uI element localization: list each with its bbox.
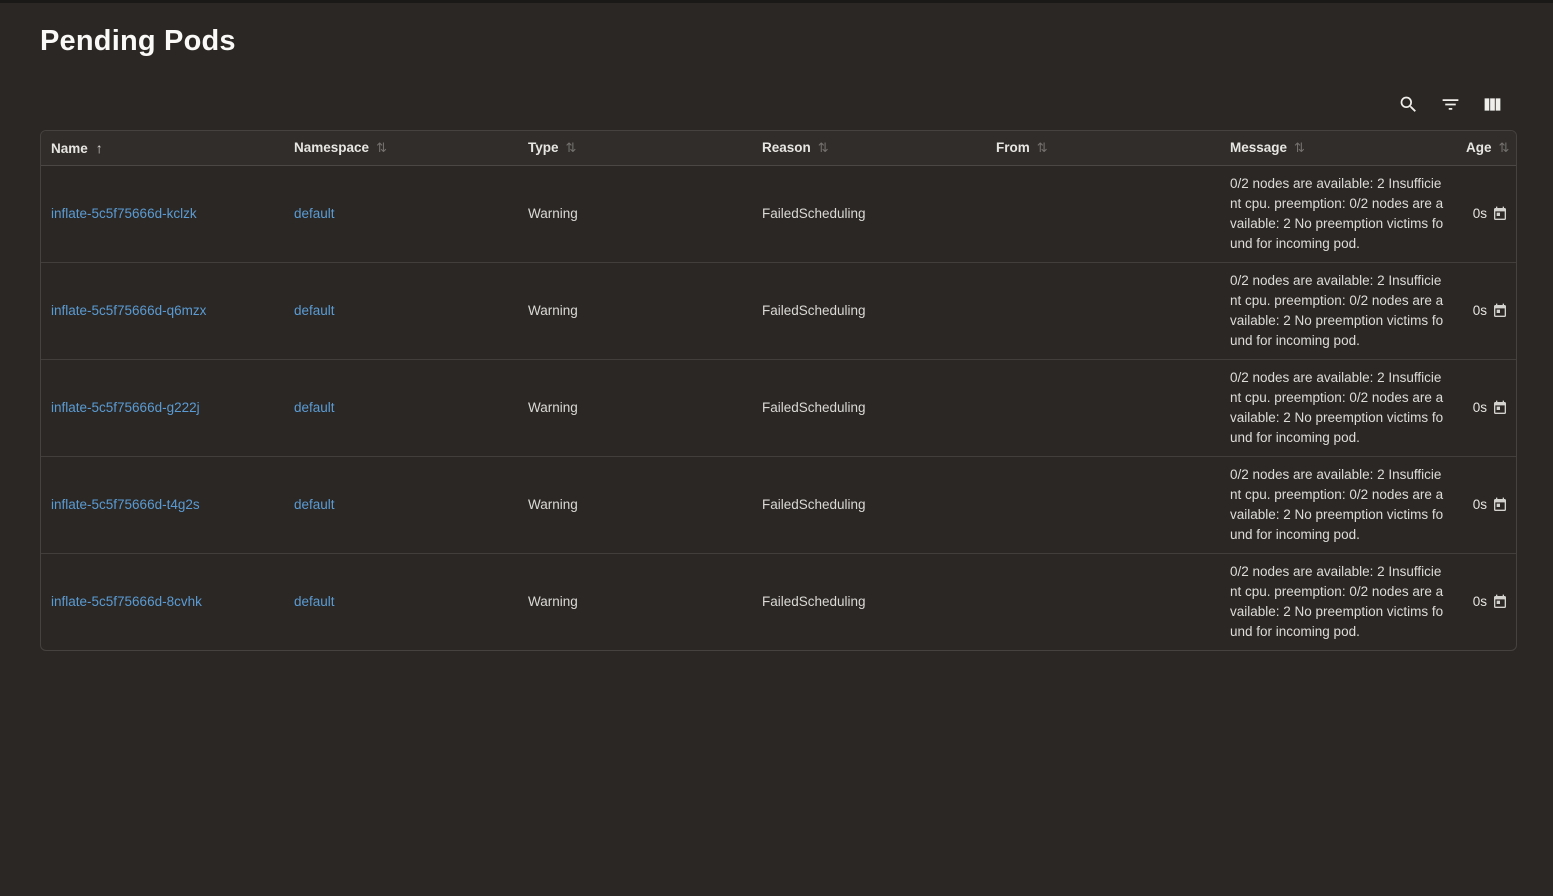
sort-both-icon[interactable]: ⇅ — [1037, 140, 1048, 155]
event-type: Warning — [528, 303, 578, 318]
event-reason: FailedScheduling — [762, 400, 866, 415]
table-row[interactable]: inflate-5c5f75666d-t4g2s default Warning… — [41, 456, 1517, 553]
event-type: Warning — [528, 400, 578, 415]
column-header-reason[interactable]: Reason⇅ — [752, 131, 986, 165]
pod-name-link[interactable]: inflate-5c5f75666d-t4g2s — [51, 497, 200, 512]
table-row[interactable]: inflate-5c5f75666d-8cvhk default Warning… — [41, 553, 1517, 650]
event-type: Warning — [528, 206, 578, 221]
event-age: 0s — [1473, 206, 1487, 221]
table-header-row: Name↑ Namespace⇅ Type⇅ Reason⇅ From⇅ Mes… — [41, 131, 1517, 165]
event-reason: FailedScheduling — [762, 303, 866, 318]
event-reason: FailedScheduling — [762, 206, 866, 221]
event-type: Warning — [528, 594, 578, 609]
table-toolbar — [0, 92, 1503, 116]
namespace-link[interactable]: default — [294, 206, 335, 221]
namespace-link[interactable]: default — [294, 400, 335, 415]
event-message: 0/2 nodes are available: 2 Insufficient … — [1230, 562, 1446, 642]
filter-icon[interactable] — [1439, 93, 1461, 115]
column-header-from[interactable]: From⇅ — [986, 131, 1220, 165]
calendar-icon — [1492, 303, 1508, 319]
sort-both-icon[interactable]: ⇅ — [566, 140, 577, 155]
event-age: 0s — [1473, 400, 1487, 415]
calendar-icon — [1492, 497, 1508, 513]
event-age: 0s — [1473, 303, 1487, 318]
sort-ascending-icon[interactable]: ↑ — [96, 140, 103, 156]
event-message: 0/2 nodes are available: 2 Insufficient … — [1230, 368, 1446, 448]
event-message: 0/2 nodes are available: 2 Insufficient … — [1230, 271, 1446, 351]
table-row[interactable]: inflate-5c5f75666d-q6mzx default Warning… — [41, 262, 1517, 359]
pending-pods-table: Name↑ Namespace⇅ Type⇅ Reason⇅ From⇅ Mes… — [40, 130, 1517, 651]
page-title: Pending Pods — [40, 25, 1553, 58]
event-reason: FailedScheduling — [762, 594, 866, 609]
column-header-type[interactable]: Type⇅ — [518, 131, 752, 165]
top-border-strip — [0, 0, 1553, 3]
column-header-age[interactable]: Age⇅ — [1456, 131, 1517, 165]
column-header-namespace[interactable]: Namespace⇅ — [284, 131, 518, 165]
table-row[interactable]: inflate-5c5f75666d-kclzk default Warning… — [41, 165, 1517, 262]
columns-icon[interactable] — [1481, 93, 1503, 115]
calendar-icon — [1492, 206, 1508, 222]
namespace-link[interactable]: default — [294, 497, 335, 512]
table-row[interactable]: inflate-5c5f75666d-g222j default Warning… — [41, 359, 1517, 456]
event-age: 0s — [1473, 594, 1487, 609]
calendar-icon — [1492, 400, 1508, 416]
pod-name-link[interactable]: inflate-5c5f75666d-q6mzx — [51, 303, 206, 318]
pod-name-link[interactable]: inflate-5c5f75666d-g222j — [51, 400, 200, 415]
column-header-message[interactable]: Message⇅ — [1220, 131, 1456, 165]
event-message: 0/2 nodes are available: 2 Insufficient … — [1230, 465, 1446, 545]
event-type: Warning — [528, 497, 578, 512]
namespace-link[interactable]: default — [294, 594, 335, 609]
event-message: 0/2 nodes are available: 2 Insufficient … — [1230, 174, 1446, 254]
column-header-name[interactable]: Name↑ — [41, 131, 284, 165]
sort-both-icon[interactable]: ⇅ — [1294, 140, 1305, 155]
sort-both-icon[interactable]: ⇅ — [818, 140, 829, 155]
calendar-icon — [1492, 594, 1508, 610]
event-age: 0s — [1473, 497, 1487, 512]
pod-name-link[interactable]: inflate-5c5f75666d-8cvhk — [51, 594, 202, 609]
sort-both-icon[interactable]: ⇅ — [376, 140, 387, 155]
sort-both-icon[interactable]: ⇅ — [1499, 140, 1510, 155]
namespace-link[interactable]: default — [294, 303, 335, 318]
event-reason: FailedScheduling — [762, 497, 866, 512]
pod-name-link[interactable]: inflate-5c5f75666d-kclzk — [51, 206, 197, 221]
search-icon[interactable] — [1397, 93, 1419, 115]
